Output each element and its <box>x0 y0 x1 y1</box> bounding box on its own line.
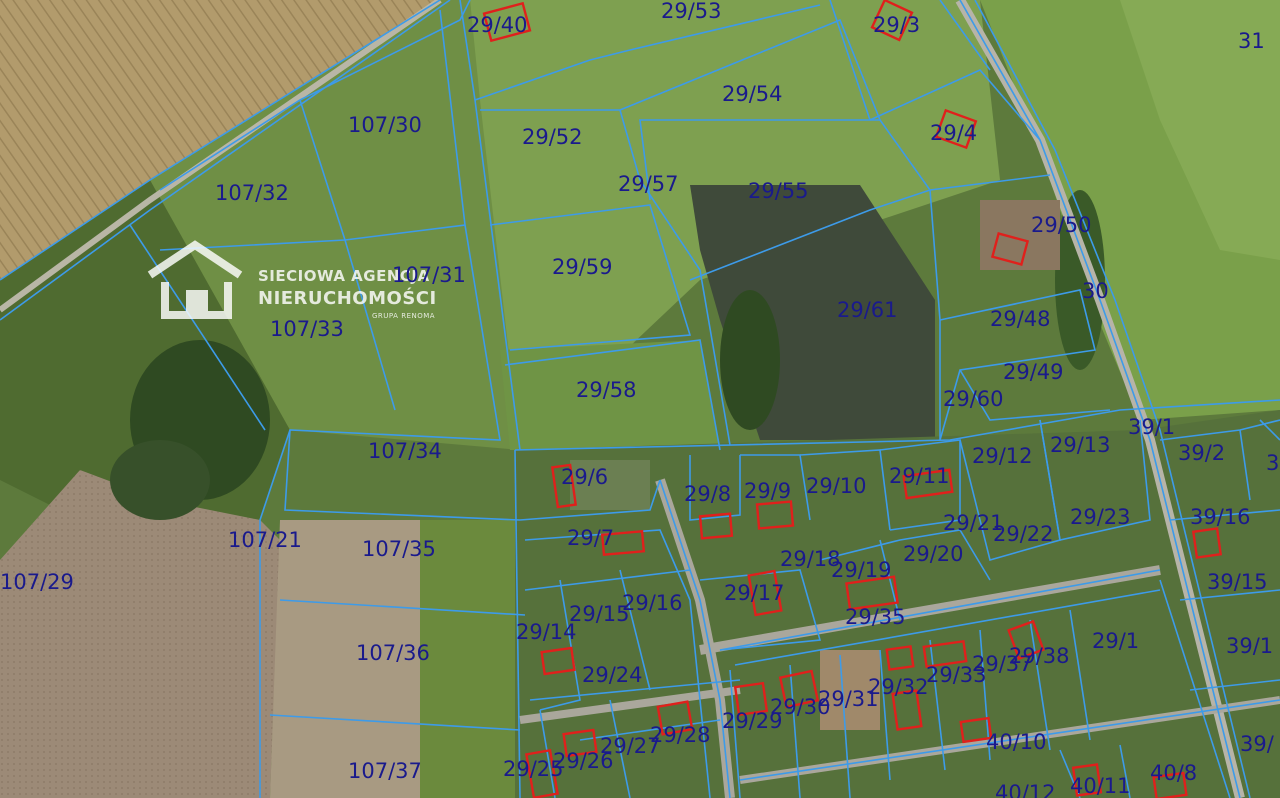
parcel-label-29-1[interactable]: 29/1 <box>1092 629 1139 653</box>
parcel-label-39-1[interactable]: 39/1 <box>1128 415 1175 439</box>
parcel-label-39-1-b[interactable]: 39/1 <box>1226 634 1273 658</box>
parcel-label-107-35[interactable]: 107/35 <box>362 537 436 561</box>
parcel-label-39-16[interactable]: 39/16 <box>1190 505 1251 529</box>
parcel-label-29-52[interactable]: 29/52 <box>522 125 583 149</box>
map-canvas[interactable]: SIECIOWA AGENCJA NIERUCHOMOŚCI GRUPA REN… <box>0 0 1280 798</box>
parcel-label-29-3[interactable]: 29/3 <box>873 13 920 37</box>
parcel-label-31[interactable]: 31 <box>1238 29 1265 53</box>
parcel-label-3[interactable]: 3 <box>1266 451 1279 475</box>
parcel-label-40-10[interactable]: 40/10 <box>986 730 1047 754</box>
parcel-label-29-54[interactable]: 29/54 <box>722 82 783 106</box>
parcel-map[interactable]: SIECIOWA AGENCJA NIERUCHOMOŚCI GRUPA REN… <box>0 0 1280 798</box>
parcel-label-29-4[interactable]: 29/4 <box>930 121 977 145</box>
parcel-label-29-13[interactable]: 29/13 <box>1050 433 1111 457</box>
parcel-label-29-14[interactable]: 29/14 <box>516 620 577 644</box>
parcel-label-30[interactable]: 30 <box>1082 279 1109 303</box>
parcel-label-40-12[interactable]: 40/12 <box>995 781 1056 798</box>
parcel-label-29-7[interactable]: 29/7 <box>567 526 614 550</box>
parcel-label-29-17[interactable]: 29/17 <box>724 581 785 605</box>
parcel-label-29-9[interactable]: 29/9 <box>744 479 791 503</box>
parcel-label-29-61[interactable]: 29/61 <box>837 298 898 322</box>
parcel-label-29-57[interactable]: 29/57 <box>618 172 679 196</box>
parcel-label-107-37[interactable]: 107/37 <box>348 759 422 783</box>
parcel-label-29-60[interactable]: 29/60 <box>943 387 1004 411</box>
parcel-label-40-8[interactable]: 40/8 <box>1150 761 1197 785</box>
parcel-label-29-48[interactable]: 29/48 <box>990 307 1051 331</box>
parcel-label-107-29[interactable]: 107/29 <box>0 570 74 594</box>
watermark-line-3: GRUPA RENOMA <box>372 312 435 320</box>
parcel-label-29-22[interactable]: 29/22 <box>993 522 1054 546</box>
parcel-label-107-21[interactable]: 107/21 <box>228 528 302 552</box>
parcel-label-29-6[interactable]: 29/6 <box>561 465 608 489</box>
parcel-label-107-30[interactable]: 107/30 <box>348 113 422 137</box>
parcel-label-107-33[interactable]: 107/33 <box>270 317 344 341</box>
parcel-label-29-15[interactable]: 29/15 <box>569 602 630 626</box>
parcel-label-107-34[interactable]: 107/34 <box>368 439 442 463</box>
watermark-line-2: NIERUCHOMOŚCI <box>258 287 437 309</box>
parcel-label-39-15[interactable]: 39/15 <box>1207 570 1268 594</box>
parcel-label-29-10[interactable]: 29/10 <box>806 474 867 498</box>
parcel-label-29-19[interactable]: 29/19 <box>831 558 892 582</box>
parcel-label-29-55[interactable]: 29/55 <box>748 179 809 203</box>
parcel-label-107-31[interactable]: 107/31 <box>392 263 466 287</box>
parcel-label-29-59[interactable]: 29/59 <box>552 255 613 279</box>
parcel-label-39-2[interactable]: 39/2 <box>1178 441 1225 465</box>
parcel-label-29-23[interactable]: 29/23 <box>1070 505 1131 529</box>
parcel-label-29-16[interactable]: 29/16 <box>622 591 683 615</box>
parcel-label-40-11[interactable]: 40/11 <box>1070 774 1131 798</box>
parcel-label-29-20[interactable]: 29/20 <box>903 542 964 566</box>
parcel-label-29-11[interactable]: 29/11 <box>889 464 950 488</box>
parcel-label-29-25[interactable]: 29/25 <box>503 757 564 781</box>
parcel-label-29-40[interactable]: 29/40 <box>467 13 528 37</box>
parcel-label-107-32[interactable]: 107/32 <box>215 181 289 205</box>
parcel-label-29-35[interactable]: 29/35 <box>845 605 906 629</box>
parcel-label-29-12[interactable]: 29/12 <box>972 444 1033 468</box>
parcel-label-29-33[interactable]: 29/33 <box>926 663 987 687</box>
parcel-label-29-58[interactable]: 29/58 <box>576 378 637 402</box>
parcel-label-29-53[interactable]: 29/53 <box>661 0 722 23</box>
parcel-label-29-8[interactable]: 29/8 <box>684 482 731 506</box>
parcel-label-107-36[interactable]: 107/36 <box>356 641 430 665</box>
parcel-label-29-49[interactable]: 29/49 <box>1003 360 1064 384</box>
parcel-label-29-50[interactable]: 29/50 <box>1031 213 1092 237</box>
parcel-label-29-29[interactable]: 29/29 <box>722 709 783 733</box>
parcel-label-39-partial[interactable]: 39/ <box>1240 732 1275 756</box>
parcel-label-29-24[interactable]: 29/24 <box>582 663 643 687</box>
